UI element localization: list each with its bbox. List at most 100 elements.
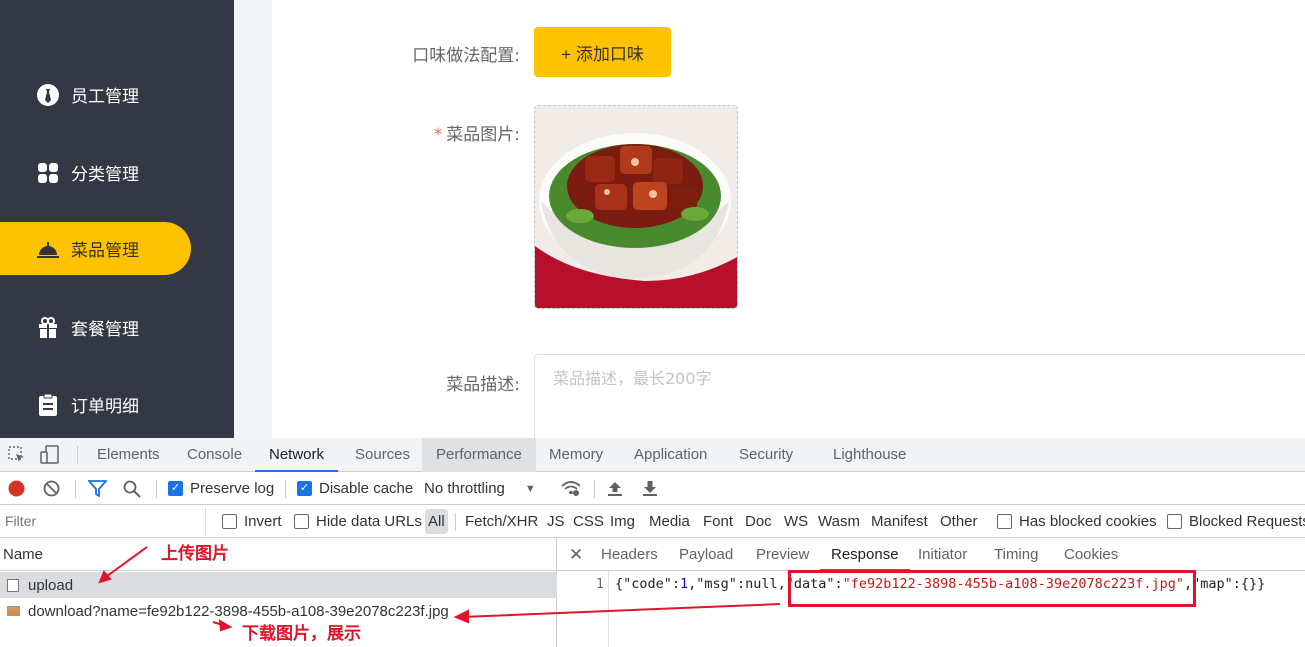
hide-data-urls-checkbox[interactable]: Hide data URLs <box>294 505 422 538</box>
tab-preview[interactable]: Preview <box>756 538 809 571</box>
sidebar-item-label: 员工管理 <box>71 87 139 107</box>
devtools-tabbar: Elements Console Network Sources Perform… <box>0 438 1305 472</box>
tab-network[interactable]: Network <box>255 438 339 472</box>
close-icon[interactable]: ✕ <box>569 538 583 571</box>
checkbox <box>222 514 237 529</box>
add-flavor-button[interactable]: + 添加口味 <box>534 27 671 77</box>
app-window: 员工管理 分类管理 菜品管理 套餐管理 订单明细 口味做法配置: + 添加口味 … <box>0 0 1305 438</box>
sidebar: 员工管理 分类管理 菜品管理 套餐管理 订单明细 <box>0 0 234 438</box>
sidebar-item-label: 分类管理 <box>71 165 139 185</box>
sidebar-item-label: 套餐管理 <box>71 320 139 340</box>
category-icon <box>36 161 60 185</box>
network-filter-bar: Filter Invert Hide data URLs All Fetch/X… <box>0 505 1305 538</box>
type-filter-doc[interactable]: Doc <box>745 505 772 538</box>
record-icon[interactable] <box>8 480 25 501</box>
tab-payload[interactable]: Payload <box>679 538 733 571</box>
export-icon[interactable] <box>642 480 658 501</box>
checkbox-checked: ✓ <box>297 481 312 496</box>
flavor-label: 口味做法配置: <box>412 46 520 66</box>
sidebar-item-label: 菜品管理 <box>71 241 139 261</box>
checkbox <box>1167 514 1182 529</box>
type-filter-wasm[interactable]: Wasm <box>818 505 860 538</box>
dish-icon <box>36 237 60 261</box>
image-icon <box>7 606 20 616</box>
type-filter-manifest[interactable]: Manifest <box>871 505 928 538</box>
employee-icon <box>36 83 60 107</box>
image-label: * 菜品图片: <box>433 125 520 145</box>
type-filter-other[interactable]: Other <box>940 505 978 538</box>
sidebar-item-category[interactable]: 分类管理 <box>0 146 191 199</box>
divider <box>156 480 157 498</box>
throttling-select[interactable]: No throttling ▼ <box>424 472 536 505</box>
document-icon <box>7 578 19 592</box>
network-toolbar: ✓ Preserve log ✓ Disable cache No thrott… <box>0 472 1305 505</box>
detail-tabbar: ✕ Headers Payload Preview Response Initi… <box>558 538 1305 571</box>
inspect-icon[interactable] <box>8 446 26 468</box>
type-filter-font[interactable]: Font <box>703 505 733 538</box>
tab-sources[interactable]: Sources <box>355 438 410 472</box>
type-filter-fetch-xhr[interactable]: Fetch/XHR <box>465 505 538 538</box>
preserve-log-checkbox[interactable]: ✓ Preserve log <box>168 472 274 505</box>
type-filter-ws[interactable]: WS <box>784 505 808 538</box>
type-filter-img[interactable]: Img <box>610 505 635 538</box>
divider <box>455 513 456 531</box>
sidebar-item-combo[interactable]: 套餐管理 <box>0 301 191 354</box>
import-icon[interactable] <box>607 480 623 501</box>
invert-checkbox[interactable]: Invert <box>222 505 282 538</box>
filter-placeholder: Filter <box>5 513 37 529</box>
checkbox-checked: ✓ <box>168 481 183 496</box>
tab-lighthouse[interactable]: Lighthouse <box>833 438 906 472</box>
sidebar-item-orders[interactable]: 订单明细 <box>0 378 191 431</box>
content-gutter <box>234 0 272 438</box>
clipboard-icon <box>36 393 60 417</box>
tab-cookies[interactable]: Cookies <box>1064 538 1118 571</box>
checkbox <box>997 514 1012 529</box>
checkbox <box>294 514 309 529</box>
sidebar-item-label: 订单明细 <box>71 397 139 417</box>
tab-elements[interactable]: Elements <box>97 438 160 472</box>
chevron-down-icon: ▼ <box>524 482 536 495</box>
divider <box>77 446 78 464</box>
divider <box>594 480 595 498</box>
type-filter-all[interactable]: All <box>425 509 448 534</box>
disable-cache-checkbox[interactable]: ✓ Disable cache <box>297 472 413 505</box>
blocked-requests-checkbox[interactable]: Blocked Requests <box>1167 505 1305 538</box>
request-row-upload[interactable]: upload <box>0 572 557 598</box>
download-annotation: 下载图片，展示 <box>242 624 361 644</box>
sidebar-item-dish[interactable]: 菜品管理 <box>0 222 191 275</box>
type-filter-js[interactable]: JS <box>547 505 565 538</box>
dish-form: 口味做法配置: + 添加口味 * 菜品图片: 菜品描述: 菜品描述，最长200字 <box>272 0 1305 438</box>
network-conditions-icon[interactable] <box>561 480 581 501</box>
line-number: 1 <box>596 577 604 592</box>
dish-image-upload[interactable] <box>534 105 738 309</box>
tab-performance[interactable]: Performance <box>422 438 536 472</box>
tab-response[interactable]: Response <box>820 538 910 571</box>
request-name: upload <box>28 576 74 594</box>
tab-headers[interactable]: Headers <box>601 538 658 571</box>
device-toggle-icon[interactable] <box>40 445 62 469</box>
filter-icon[interactable] <box>87 480 108 501</box>
divider <box>285 480 286 498</box>
response-data-highlight <box>788 570 1196 607</box>
sidebar-item-employee[interactable]: 员工管理 <box>0 68 191 121</box>
dish-desc-textarea[interactable]: 菜品描述，最长200字 <box>534 354 1305 438</box>
has-blocked-cookies-checkbox[interactable]: Has blocked cookies <box>997 505 1157 538</box>
name-column-header[interactable]: Name <box>0 538 557 571</box>
search-icon[interactable] <box>123 480 141 502</box>
gift-icon <box>36 316 60 340</box>
filter-input[interactable]: Filter <box>0 507 206 536</box>
tab-initiator[interactable]: Initiator <box>918 538 967 571</box>
type-filter-media[interactable]: Media <box>649 505 690 538</box>
required-mark: * <box>433 125 443 145</box>
desc-label: 菜品描述: <box>446 375 520 395</box>
tab-application[interactable]: Application <box>634 438 707 472</box>
tab-security[interactable]: Security <box>739 438 793 472</box>
tab-timing[interactable]: Timing <box>994 538 1038 571</box>
upload-annotation: 上传图片 <box>161 544 229 564</box>
tab-memory[interactable]: Memory <box>549 438 603 472</box>
type-filter-css[interactable]: CSS <box>573 505 604 538</box>
tab-console[interactable]: Console <box>187 438 242 472</box>
dish-image <box>535 106 737 308</box>
divider <box>75 480 76 498</box>
clear-icon[interactable] <box>43 480 60 501</box>
